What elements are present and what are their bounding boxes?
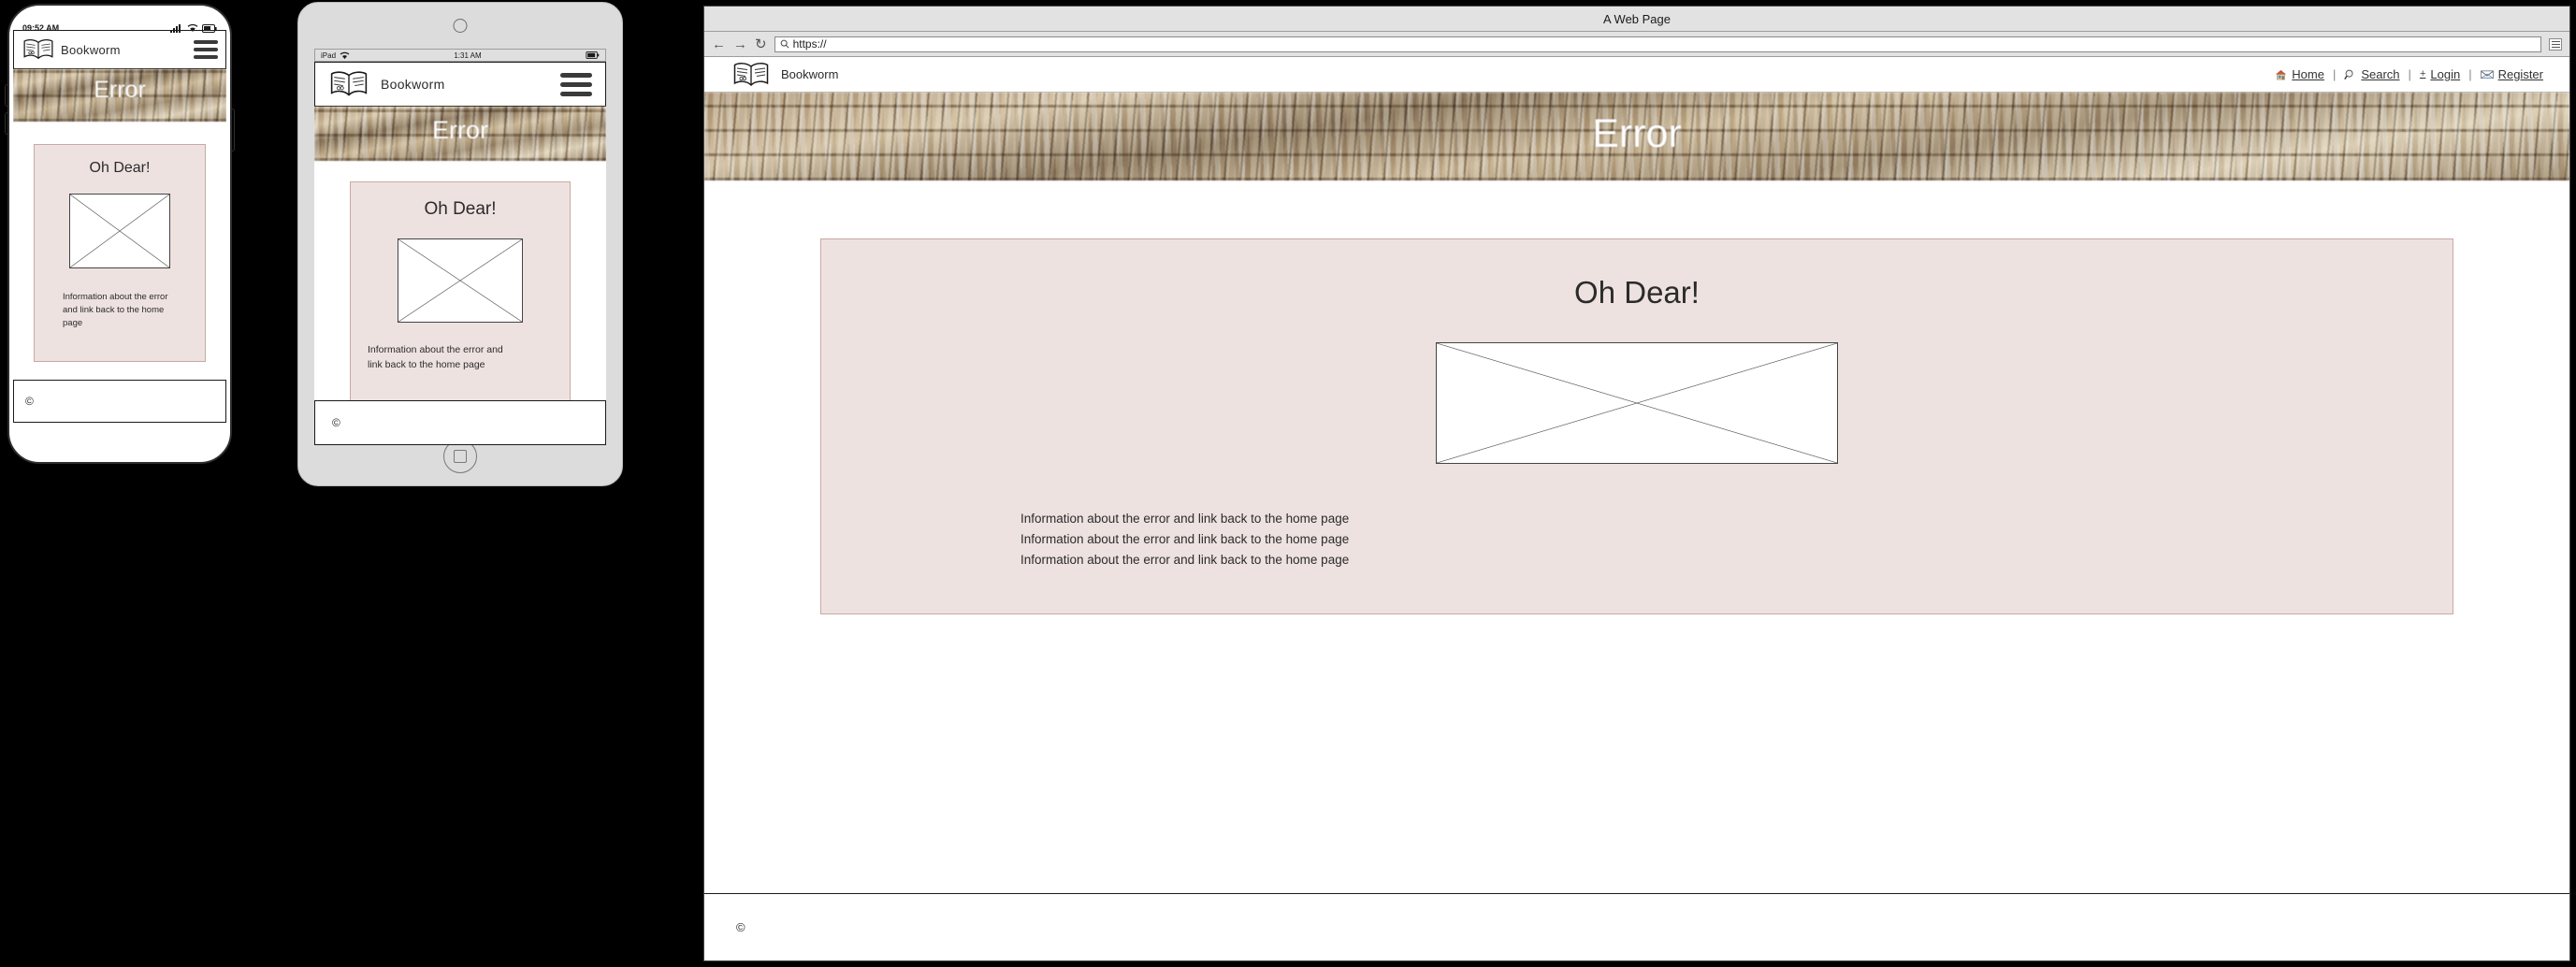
battery-icon: [202, 23, 217, 33]
error-card-phone: Oh Dear! Information about the error and…: [34, 144, 206, 363]
tablet-mockup: iPad 1:31 AM Bookworm Error Oh Dear! Inf…: [297, 2, 623, 486]
site-footer-web: ©: [704, 893, 2569, 960]
nav-label-home: Home: [2292, 67, 2324, 81]
open-book-icon: [328, 69, 369, 99]
search-icon: [780, 39, 789, 49]
open-book-icon: [22, 37, 55, 62]
site-footer-phone: ©: [13, 380, 226, 423]
nav-link-register[interactable]: Register: [2480, 67, 2543, 81]
nav-link-home[interactable]: Home: [2275, 67, 2324, 81]
nav-label-register: Register: [2497, 67, 2543, 81]
primary-nav: Home | Search | + Login | Register: [2275, 67, 2543, 81]
site-header-web: Bookworm Home | Search | + Login | Regis…: [704, 57, 2569, 93]
phone-volume-up-button: [5, 84, 9, 107]
card-body-web: Information about the error and link bac…: [840, 509, 1349, 570]
site-header-tablet: Bookworm: [314, 62, 606, 107]
card-title-tablet: Oh Dear!: [424, 199, 497, 219]
nav-separator: |: [2408, 67, 2411, 81]
hero-banner-web: Error: [704, 93, 2569, 180]
phone-mockup: 09:52 AM Bookworm Error Oh Dear! Informa…: [5, 4, 235, 464]
battery-icon: [586, 51, 600, 59]
site-footer-tablet: ©: [314, 400, 606, 445]
copyright-tablet: ©: [332, 416, 340, 429]
hero-title-tablet: Error: [432, 116, 488, 144]
house-icon: [2276, 69, 2287, 79]
browser-window: A Web Page ← → ↻ https:// Bookworm Home …: [703, 6, 2570, 961]
nav-label-search: Search: [2361, 67, 2400, 81]
hamburger-menu-icon[interactable]: [194, 40, 218, 59]
web-page-content: Bookworm Home | Search | + Login | Regis…: [704, 57, 2569, 960]
phone-status-bar: 09:52 AM: [7, 19, 232, 37]
tablet-status-bar: iPad 1:31 AM: [314, 49, 606, 62]
browser-window-title: A Web Page: [1602, 11, 1672, 26]
tablet-device-name: iPad: [321, 51, 337, 60]
phone-status-time: 09:52 AM: [22, 23, 60, 33]
tablet-status-time: 1:31 AM: [454, 51, 482, 60]
nav-separator: |: [2468, 67, 2472, 81]
nav-label-login: Login: [2430, 67, 2461, 81]
brand-name-tablet: Bookworm: [381, 77, 445, 92]
browser-title-bar: A Web Page: [704, 7, 2569, 32]
hero-title-phone: Error: [94, 77, 146, 103]
hamburger-menu-icon[interactable]: [560, 72, 592, 96]
plus-icon: +: [2419, 68, 2426, 79]
card-body-line: Information about the error and link bac…: [1020, 512, 1350, 526]
error-card-tablet: Oh Dear! Information about the error and…: [350, 181, 571, 406]
nav-link-search[interactable]: Search: [2344, 67, 2400, 81]
card-title-web: Oh Dear!: [1574, 275, 1700, 310]
card-body-tablet: Information about the error and link bac…: [368, 344, 503, 370]
nav-link-login[interactable]: + Login: [2420, 67, 2460, 81]
url-text: https://: [792, 37, 827, 51]
phone-side-button: [230, 108, 235, 152]
open-book-icon: [731, 61, 772, 89]
envelope-icon: [2480, 70, 2494, 79]
wifi-icon: [187, 23, 198, 32]
browser-menu-icon[interactable]: [2549, 37, 2562, 51]
card-title-phone: Oh Dear!: [89, 160, 151, 176]
nav-separator: |: [2332, 67, 2337, 81]
error-card-web: Oh Dear! Information about the error and…: [820, 238, 2453, 614]
image-placeholder-icon: [1436, 342, 1838, 464]
phone-volume-down-button: [5, 112, 9, 135]
back-arrow-icon[interactable]: ←: [712, 37, 726, 51]
brand-name-web: Bookworm: [781, 67, 839, 81]
image-placeholder-icon: [398, 238, 523, 323]
url-input[interactable]: https://: [774, 36, 2541, 52]
magnifier-icon: [2344, 69, 2353, 79]
tablet-screen: iPad 1:31 AM Bookworm Error Oh Dear! Inf…: [314, 49, 606, 445]
forward-arrow-icon[interactable]: →: [733, 37, 747, 51]
copyright-web: ©: [736, 920, 745, 934]
reload-icon[interactable]: ↻: [755, 37, 767, 51]
card-body-phone: Information about the error and link bac…: [63, 292, 168, 328]
cell-signal-icon: [170, 24, 181, 33]
copyright-phone: ©: [25, 395, 34, 408]
tablet-camera-icon: [453, 19, 468, 33]
browser-mockup: A Web Page ← → ↻ https:// Bookworm Home …: [703, 6, 2570, 961]
card-body-line: Information about the error and link bac…: [1020, 531, 1350, 546]
hero-banner-tablet: Error: [314, 107, 606, 161]
image-placeholder-icon: [69, 194, 170, 268]
browser-toolbar: ← → ↻ https://: [704, 32, 2569, 57]
wifi-icon: [340, 51, 350, 59]
card-body-line: Information about the error and link bac…: [1020, 552, 1350, 567]
hero-title-web: Error: [1592, 111, 1682, 156]
brand-name-phone: Bookworm: [61, 42, 121, 57]
hero-banner-phone: Error: [13, 69, 226, 122]
phone-screen: Bookworm Error Oh Dear! Information abou…: [13, 30, 226, 423]
